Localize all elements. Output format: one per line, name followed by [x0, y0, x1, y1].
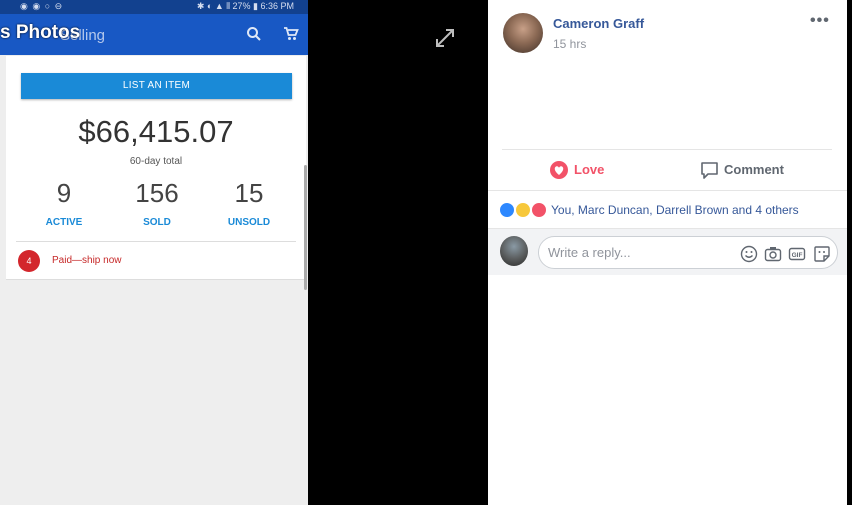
sales-total-label: 60-day total [129, 156, 183, 167]
notification-icons: ◉ ◉ ○ ⊖ [20, 1, 64, 11]
sticker-icon[interactable] [813, 245, 831, 263]
list-item-button: LIST AN ITEM [21, 73, 292, 99]
love-label: Love [574, 162, 605, 177]
viewer-avatar[interactable] [500, 236, 528, 266]
wow-reaction-icon [515, 202, 531, 218]
stat-sold: 156 SOLD [112, 178, 202, 228]
camera-icon[interactable] [764, 245, 782, 263]
stat-value: 15 [234, 178, 264, 208]
photo-scroll-indicator [304, 165, 307, 290]
stat-label: UNSOLD [227, 217, 271, 228]
alert-text: Paid—ship now [52, 255, 122, 266]
svg-text:GIF: GIF [792, 252, 803, 259]
divider [488, 190, 847, 191]
comment-icon [701, 162, 718, 179]
stat-unsold: 15 UNSOLD [204, 178, 294, 228]
photos-viewer-title: s Photos [0, 22, 81, 43]
stat-value: 9 [56, 178, 72, 208]
expand-icon[interactable] [434, 27, 456, 49]
cart-icon [284, 27, 299, 40]
stat-label: ACTIVE [45, 217, 83, 228]
more-options-button[interactable]: ••• [810, 12, 830, 30]
stat-active: 9 ACTIVE [19, 178, 109, 228]
emoji-icon[interactable] [740, 245, 758, 263]
gif-icon[interactable]: GIF [788, 245, 806, 263]
author-name[interactable]: Cameron Graff [553, 16, 644, 31]
author-avatar[interactable] [503, 13, 543, 53]
post-sidebar: Cameron Graff 15 hrs ••• Love Comment Yo… [488, 0, 847, 505]
post-photo: ◉ ◉ ○ ⊖ ✱ ◐ ▲ ⫴ 27% ▮ 6:36 PM Selling LI… [0, 0, 308, 505]
reactions-summary[interactable]: You, Marc Duncan, Darrell Brown and 4 ot… [551, 203, 799, 217]
stat-value: 156 [135, 178, 179, 208]
like-reaction-icon [499, 202, 515, 218]
search-icon [247, 27, 261, 41]
card-divider [16, 241, 296, 242]
heart-icon [550, 161, 568, 179]
status-right: ✱ ◐ ▲ ⫴ 27% ▮ 6:36 PM [196, 1, 294, 11]
comment-label: Comment [724, 162, 784, 177]
love-reaction-icon [531, 202, 547, 218]
post-timestamp[interactable]: 15 hrs [553, 37, 586, 51]
sales-total: $66,415.07 [78, 114, 234, 149]
phone-status-bar: ◉ ◉ ○ ⊖ ✱ ◐ ▲ ⫴ 27% ▮ 6:36 PM [0, 0, 308, 14]
stat-label: SOLD [143, 217, 171, 228]
divider [502, 149, 832, 150]
alert-count-badge: 4 [18, 250, 40, 272]
selling-summary-card: LIST AN ITEM $66,415.07 60-day total 9 A… [6, 56, 306, 280]
